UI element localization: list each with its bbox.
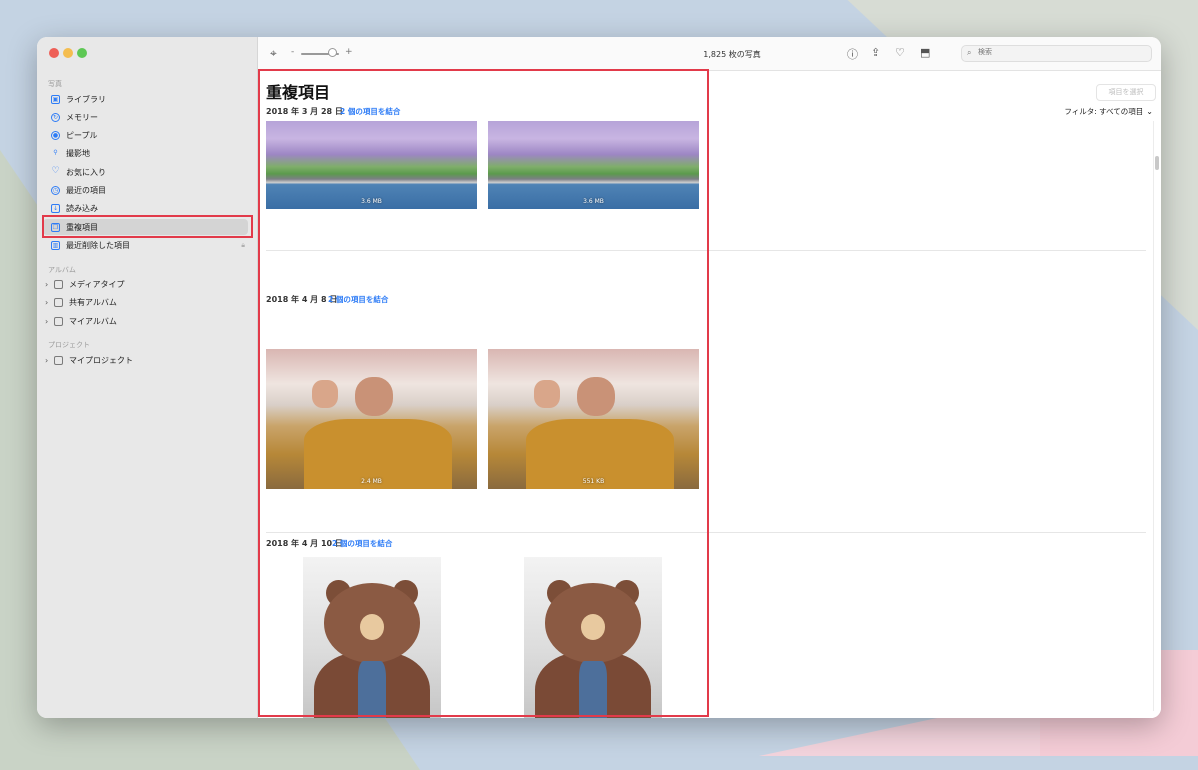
rotate-icon[interactable]: ⬒ <box>920 46 930 59</box>
photo-thumbnail[interactable]: 551 KB <box>488 349 699 489</box>
heart-icon: ♡ <box>51 165 60 176</box>
sidebar-item-shared-albums[interactable]: › 共有アルバム <box>45 294 245 310</box>
sidebar-item-places[interactable]: ⚲ 撮影地 <box>51 145 251 161</box>
sidebar-item-label: お気に入り <box>66 167 106 177</box>
sidebar-item-label: メモリー <box>66 112 98 122</box>
memories-icon: ↻ <box>51 112 60 122</box>
photo-count: 1,825 枚の写真 <box>703 50 761 59</box>
sidebar-item-label: マイアルバム <box>69 316 117 326</box>
file-size-label: 2.4 MB <box>361 478 382 485</box>
file-size-label: 551 KB <box>582 478 605 485</box>
file-size-label: 3.6 MB <box>583 198 604 205</box>
folder-icon <box>54 316 63 326</box>
sidebar-item-label: ライブラリ <box>66 94 106 104</box>
page-title: 重複項目 <box>266 83 331 102</box>
sidebar-item-label: 読み込み <box>66 203 98 213</box>
folder-icon <box>54 279 63 289</box>
chevron-right-icon[interactable]: › <box>45 317 51 326</box>
import-icon: ↓ <box>51 203 60 213</box>
sidebar-section-albums: アルバム <box>48 266 76 274</box>
sidebar-item-media-types[interactable]: › メディアタイプ <box>45 276 245 292</box>
group-date: 2018 年 3 月 28 日 <box>266 107 343 116</box>
sidebar-item-my-projects[interactable]: › マイプロジェクト <box>45 352 245 368</box>
places-icon: ⚲ <box>53 148 58 156</box>
sidebar-section-projects: プロジェクト <box>48 341 90 349</box>
search-field[interactable]: ⌕ <box>961 45 1152 62</box>
info-icon[interactable]: ⓘ <box>847 46 858 62</box>
duplicate-group: 2018 年 4 月 10 日 2 個の項目を結合 <box>258 538 1146 718</box>
search-input[interactable] <box>978 48 1138 56</box>
group-date: 2018 年 4 月 8 日 <box>266 295 338 304</box>
sidebar-item-label: 最近削除した項目 <box>66 240 130 250</box>
folder-icon <box>54 355 63 365</box>
photo-thumbnail[interactable]: 2.4 MB <box>266 349 477 489</box>
trash-icon: ▥ <box>51 240 60 250</box>
select-items-button[interactable]: 項目を選択 <box>1096 84 1156 101</box>
zoom-in-icon[interactable]: + <box>345 47 353 57</box>
clock-icon: ◷ <box>51 185 60 195</box>
sidebar-item-favorites[interactable]: ♡ お気に入り <box>51 164 251 180</box>
merge-items-link[interactable]: 2 個の項目を結合 <box>340 106 400 117</box>
sidebar-item-imports[interactable]: ↓ 読み込み <box>51 200 251 216</box>
sidebar-item-label: 最近の項目 <box>66 185 106 195</box>
chevron-right-icon[interactable]: › <box>45 298 51 307</box>
photo-thumbnail[interactable]: 3.6 MB <box>488 121 699 209</box>
chevron-down-icon: ⌄ <box>1146 107 1153 116</box>
group-divider <box>266 250 1146 251</box>
shared-album-icon <box>54 297 63 307</box>
share-icon[interactable]: ⇪ <box>871 46 880 59</box>
sidebar-item-label: マイプロジェクト <box>69 355 133 365</box>
close-window-button[interactable] <box>49 48 59 58</box>
merge-items-link[interactable]: 2 個の項目を結合 <box>332 538 392 549</box>
library-icon: ▣ <box>51 94 60 104</box>
sidebar-item-recently-deleted[interactable]: ▥ 最近削除した項目 🔒︎ <box>51 237 251 253</box>
sidebar-item-label: メディアタイプ <box>69 279 125 289</box>
zoom-window-button[interactable] <box>77 48 87 58</box>
toolbar: ⌖ - + 1,825 枚の写真 ⓘ ⇪ ♡ ⬒ ⌕ <box>258 37 1161 71</box>
minimize-window-button[interactable] <box>63 48 73 58</box>
people-icon: ● <box>51 130 60 140</box>
merge-items-link[interactable]: 2 個の項目を結合 <box>328 294 388 305</box>
duplicate-group: 2018 年 4 月 8 日 2 個の項目を結合 2.4 MB 551 KB <box>258 294 1146 534</box>
photo-thumbnail[interactable] <box>303 557 441 718</box>
zoom-out-icon[interactable]: - <box>291 47 294 57</box>
photos-window: 写真 ▣ ライブラリ ↻ メモリー ● ピープル ⚲ 撮影地 ♡ お気に入り ◷… <box>37 37 1161 718</box>
crop-icon[interactable]: ⌖ <box>270 46 277 61</box>
duplicates-icon: ❐ <box>51 222 60 232</box>
photo-thumbnail[interactable]: 3.6 MB <box>266 121 477 209</box>
duplicates-content: 重複項目 項目を選択 フィルタ: すべての項目 ⌄ 2018 年 3 月 28 日… <box>258 71 1161 718</box>
favorite-heart-icon[interactable]: ♡ <box>895 46 905 59</box>
sidebar-item-memories[interactable]: ↻ メモリー <box>51 109 251 125</box>
group-divider <box>266 532 1146 533</box>
chevron-right-icon[interactable]: › <box>45 356 51 365</box>
chevron-right-icon[interactable]: › <box>45 280 51 289</box>
lock-icon: 🔒︎ <box>241 240 245 249</box>
sidebar-item-people[interactable]: ● ピープル <box>51 127 251 143</box>
zoom-slider-knob[interactable] <box>328 48 337 57</box>
file-size-label: 3.6 MB <box>361 198 382 205</box>
scrollbar[interactable] <box>1153 121 1160 711</box>
sidebar-item-my-albums[interactable]: › マイアルバム <box>45 313 245 329</box>
sidebar-item-label: 撮影地 <box>66 148 90 158</box>
sidebar-item-duplicates[interactable]: ❐ 重複項目 <box>43 219 248 235</box>
sidebar-item-library[interactable]: ▣ ライブラリ <box>51 91 251 107</box>
search-icon: ⌕ <box>967 48 972 57</box>
sidebar-item-label: ピープル <box>66 130 98 140</box>
sidebar-item-label: 重複項目 <box>66 222 98 232</box>
photo-thumbnail[interactable] <box>524 557 662 718</box>
sidebar-item-label: 共有アルバム <box>69 297 117 307</box>
sidebar-section-photos: 写真 <box>48 80 62 88</box>
duplicate-group: 2018 年 3 月 28 日 2 個の項目を結合 3.6 MB 3.6 MB <box>258 106 1146 256</box>
scrollbar-thumb[interactable] <box>1155 156 1159 170</box>
sidebar-item-recents[interactable]: ◷ 最近の項目 <box>51 182 251 198</box>
sidebar: 写真 ▣ ライブラリ ↻ メモリー ● ピープル ⚲ 撮影地 ♡ お気に入り ◷… <box>37 37 258 718</box>
